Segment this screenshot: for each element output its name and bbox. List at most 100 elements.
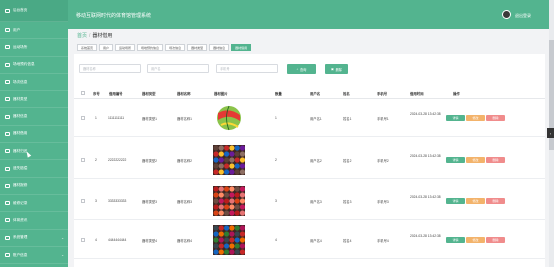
sidebar-item-label: 场地预约信息 [13,62,35,67]
sidebar-item[interactable]: 体育资讯 [0,212,68,230]
select-all-checkbox[interactable] [81,90,85,95]
sidebar-item-label: 体育资讯 [13,217,28,222]
chevron-left-icon[interactable]: ‹ [547,128,554,138]
cell-phone: 手机号2 [377,159,389,163]
equipment-image[interactable] [213,145,246,175]
row-checkbox[interactable] [81,238,85,242]
breadcrumb-home[interactable]: 首页 [77,33,87,39]
cell-name: 器材名称3 [177,200,193,204]
column-header: 操作 [453,91,460,96]
delete-button[interactable]: 删除 [486,114,505,121]
logout-link[interactable]: 退出登录 [515,13,531,19]
delete-button[interactable]: 删除 [486,197,505,204]
row-checkbox[interactable] [81,158,85,162]
sidebar-item[interactable]: 账户信息 ⌄ [0,247,68,265]
tab-item[interactable]: 场次信息 [165,44,186,51]
breadcrumb: 首页 / 器材借用 [77,32,112,39]
cell-code: 3333333333 [108,199,127,203]
detail-button[interactable]: 详情 [446,156,465,163]
sidebar-item-label: 器材类型 [13,96,28,101]
row-checkbox[interactable] [81,199,85,203]
sidebar-item-label: 场次信息 [13,79,28,84]
cell-type: 器材类型4 [142,239,158,243]
cell-qty: 2 [275,158,277,162]
edit-button[interactable]: 修改 [466,156,485,163]
trash-icon: ▣ [331,67,335,71]
delete-button[interactable]: 删除 [486,156,505,163]
sidebar-item[interactable]: 系统管理 ⌄ [0,230,68,247]
sidebar-item-label: 用户 [13,27,21,32]
sidebar-item-label: 账户信息 [13,252,28,257]
batch-delete-button[interactable]: ▣ 删除 [325,64,348,74]
sidebar-item[interactable]: 后台首页 [0,0,68,22]
column-header: 手机号 [377,91,388,96]
tab-item[interactable]: 用户 [99,44,114,51]
table-row: 1 1111111111 器材类型1 器材名称1 1 用户名1 姓名1 手机号1 2024-03… [74,99,545,137]
menu-icon [5,166,10,171]
detail-button-label: 详情 [452,237,459,242]
sidebar-item-label: 遗失赔偿 [13,166,28,171]
detail-button[interactable]: 详情 [446,236,465,243]
sidebar-item-label: 运动场所 [13,44,28,49]
sidebar-item[interactable]: 场地预约信息 [0,57,68,74]
cell-username: 用户名4 [310,239,322,243]
equipment-image[interactable] [213,103,245,133]
cell-realname: 姓名4 [343,239,352,243]
sidebar-item[interactable]: 用户 [0,22,68,40]
table-row: 4 4444444444 器材类型4 器材名称4 4 用户名4 姓名4 手机号4 2024-03… [74,221,545,259]
column-header: 数量 [275,91,282,96]
edit-button[interactable]: 修改 [466,197,485,204]
cell-time: 2024-03-28 13:42:38 [410,111,441,116]
edit-button[interactable]: 修改 [466,236,485,243]
edit-button-label: 修改 [472,115,479,120]
sidebar-item-label: 系统管理 [13,235,28,240]
sidebar-item[interactable]: 器材信息 [0,108,68,126]
cell-index: 3 [95,199,97,203]
sidebar-item[interactable]: 维修记录 [0,195,68,213]
detail-button[interactable]: 详情 [446,197,465,204]
search-button[interactable]: ⌕ 查询 [287,64,316,74]
detail-button[interactable]: 详情 [446,114,465,121]
menu-icon [5,45,10,50]
sidebar-item-label: 器材信息 [13,114,28,119]
equipment-image[interactable] [213,186,246,216]
tab-item[interactable]: 器材信息 [209,44,230,51]
sidebar-item[interactable]: 器材借用 [0,126,68,144]
phone-input[interactable]: 手机号 [216,64,278,73]
edit-button[interactable]: 修改 [466,114,485,121]
delete-button[interactable]: 删除 [486,236,505,243]
avatar[interactable] [502,10,511,19]
tab-active[interactable]: 器材借用 [231,44,252,51]
menu-icon [5,183,10,188]
sidebar-item[interactable]: 器材类型 [0,91,68,109]
detail-button-label: 详情 [452,198,459,203]
cell-username: 用户名1 [310,117,322,121]
menu-icon [5,253,10,257]
equipment-image[interactable] [213,225,246,255]
column-header: 用户名 [310,91,321,96]
menu-icon [5,97,10,102]
tab-item[interactable]: 运动场所 [115,44,136,51]
tab-item[interactable]: 器材类型 [187,44,208,51]
column-header: 姓名 [343,91,350,96]
equip-name-input[interactable]: 器材名称 [79,64,141,73]
delete-button-label: 删除 [335,67,342,72]
sidebar-item[interactable]: 器材归还 [0,143,68,161]
search-button-label: 查询 [299,67,307,72]
delete-button-label: 删除 [492,237,499,242]
table-row: 3 3333333333 器材类型3 器材名称3 3 用户名3 姓名3 手机号3 2024-03… [74,182,545,220]
sidebar-item-label: 器材报修 [13,183,28,188]
username-input[interactable]: 用户名 [147,64,209,73]
cell-username: 用户名3 [310,200,322,204]
tab-item[interactable]: 系统首页 [77,44,98,51]
sidebar-item[interactable]: 场次信息 [0,74,68,92]
sidebar-item[interactable]: 遗失赔偿 [0,160,68,178]
cell-code: 4444444444 [108,238,127,242]
delete-button-label: 删除 [492,157,499,162]
edit-button-label: 修改 [472,237,479,242]
column-header: 序号 [93,91,100,96]
row-checkbox[interactable] [81,116,85,120]
tab-item[interactable]: 场地预约信息 [137,44,164,51]
sidebar-item[interactable]: 器材报修 [0,178,68,195]
sidebar-item[interactable]: 运动场所 [0,39,68,57]
